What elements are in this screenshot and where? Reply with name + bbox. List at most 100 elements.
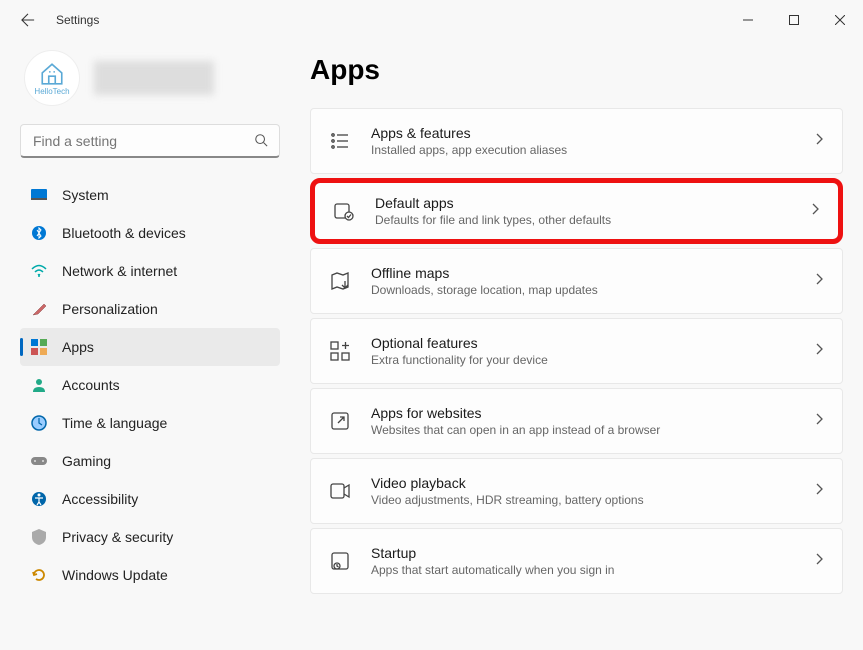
card-subtitle: Video adjustments, HDR streaming, batter… [371,493,816,507]
maximize-button[interactable] [771,4,817,36]
sidebar-item-label: Personalization [62,301,158,317]
card-subtitle: Installed apps, app execution aliases [371,143,816,157]
card-title: Offline maps [371,265,816,281]
close-button[interactable] [817,4,863,36]
card-subtitle: Extra functionality for your device [371,353,816,367]
sidebar-item-label: Time & language [62,415,167,431]
profile[interactable]: HelloTech [24,50,280,106]
map-download-icon [329,270,351,292]
card-text: Apps & features Installed apps, app exec… [371,125,816,157]
maximize-icon [789,15,799,25]
sidebar-item-label: Gaming [62,453,111,469]
apps-icon [30,338,48,356]
sidebar-item-label: Network & internet [62,263,177,279]
house-icon [39,61,65,87]
sidebar-item-label: Accessibility [62,491,138,507]
card-text: Apps for websites Websites that can open… [371,405,816,437]
card-title: Apps for websites [371,405,816,421]
card-subtitle: Apps that start automatically when you s… [371,563,816,577]
chevron-right-icon [816,412,824,430]
card-subtitle: Defaults for file and link types, other … [375,213,812,227]
sidebar-item-label: Windows Update [62,567,168,583]
card-text: Optional features Extra functionality fo… [371,335,816,367]
card-offline-maps[interactable]: Offline maps Downloads, storage location… [310,248,843,314]
sidebar-item-bluetooth[interactable]: Bluetooth & devices [20,214,280,252]
shield-icon [30,528,48,546]
card-apps-features[interactable]: Apps & features Installed apps, app exec… [310,108,843,174]
avatar: HelloTech [24,50,80,106]
close-icon [835,15,845,25]
sidebar-item-system[interactable]: System [20,176,280,214]
avatar-label: HelloTech [34,87,69,96]
open-external-icon [329,410,351,432]
paintbrush-icon [30,300,48,318]
sidebar-item-personalization[interactable]: Personalization [20,290,280,328]
search [20,124,280,158]
chevron-right-icon [812,202,820,220]
card-subtitle: Websites that can open in an app instead… [371,423,816,437]
sidebar-item-time-language[interactable]: Time & language [20,404,280,442]
card-title: Default apps [375,195,812,211]
card-video-playback[interactable]: Video playback Video adjustments, HDR st… [310,458,843,524]
sidebar: HelloTech System Bluetooth & devices [20,50,300,650]
clock-globe-icon [30,414,48,432]
chevron-right-icon [816,552,824,570]
card-subtitle: Downloads, storage location, map updates [371,283,816,297]
sidebar-item-network[interactable]: Network & internet [20,252,280,290]
nav: System Bluetooth & devices Network & int… [20,176,280,594]
window-controls [725,4,863,36]
card-title: Video playback [371,475,816,491]
accessibility-icon [30,490,48,508]
sidebar-item-accessibility[interactable]: Accessibility [20,480,280,518]
video-icon [329,480,351,502]
arrow-left-icon [21,13,35,27]
person-icon [30,376,48,394]
sidebar-item-label: Bluetooth & devices [62,225,186,241]
chevron-right-icon [816,482,824,500]
sidebar-item-windows-update[interactable]: Windows Update [20,556,280,594]
search-icon [254,133,268,152]
sidebar-item-label: Apps [62,339,94,355]
card-text: Default apps Defaults for file and link … [375,195,812,227]
card-text: Video playback Video adjustments, HDR st… [371,475,816,507]
titlebar: Settings [0,0,863,40]
back-button[interactable] [18,10,38,30]
sidebar-item-privacy[interactable]: Privacy & security [20,518,280,556]
card-default-apps[interactable]: Default apps Defaults for file and link … [310,178,843,244]
chevron-right-icon [816,272,824,290]
main: Apps Apps & features Installed apps, app… [300,50,843,650]
card-title: Startup [371,545,816,561]
wifi-icon [30,262,48,280]
grid-plus-icon [329,340,351,362]
chevron-right-icon [816,132,824,150]
monitor-icon [30,186,48,204]
minimize-icon [743,15,753,25]
sidebar-item-label: System [62,187,109,203]
content: HelloTech System Bluetooth & devices [0,40,863,650]
sidebar-item-accounts[interactable]: Accounts [20,366,280,404]
update-icon [30,566,48,584]
sidebar-item-label: Privacy & security [62,529,173,545]
bluetooth-icon [30,224,48,242]
search-input[interactable] [20,124,280,158]
card-title: Optional features [371,335,816,351]
sidebar-item-apps[interactable]: Apps [20,328,280,366]
card-startup[interactable]: Startup Apps that start automatically wh… [310,528,843,594]
sidebar-item-label: Accounts [62,377,120,393]
settings-window: Settings HelloTech [0,0,863,650]
profile-name [94,61,214,95]
chevron-right-icon [816,342,824,360]
card-optional-features[interactable]: Optional features Extra functionality fo… [310,318,843,384]
window-title: Settings [56,13,99,27]
cards: Apps & features Installed apps, app exec… [310,108,843,594]
gamepad-icon [30,452,48,470]
card-text: Startup Apps that start automatically wh… [371,545,816,577]
card-text: Offline maps Downloads, storage location… [371,265,816,297]
list-icon [329,130,351,152]
page-title: Apps [310,54,843,86]
card-title: Apps & features [371,125,816,141]
startup-icon [329,550,351,572]
card-apps-for-websites[interactable]: Apps for websites Websites that can open… [310,388,843,454]
minimize-button[interactable] [725,4,771,36]
sidebar-item-gaming[interactable]: Gaming [20,442,280,480]
